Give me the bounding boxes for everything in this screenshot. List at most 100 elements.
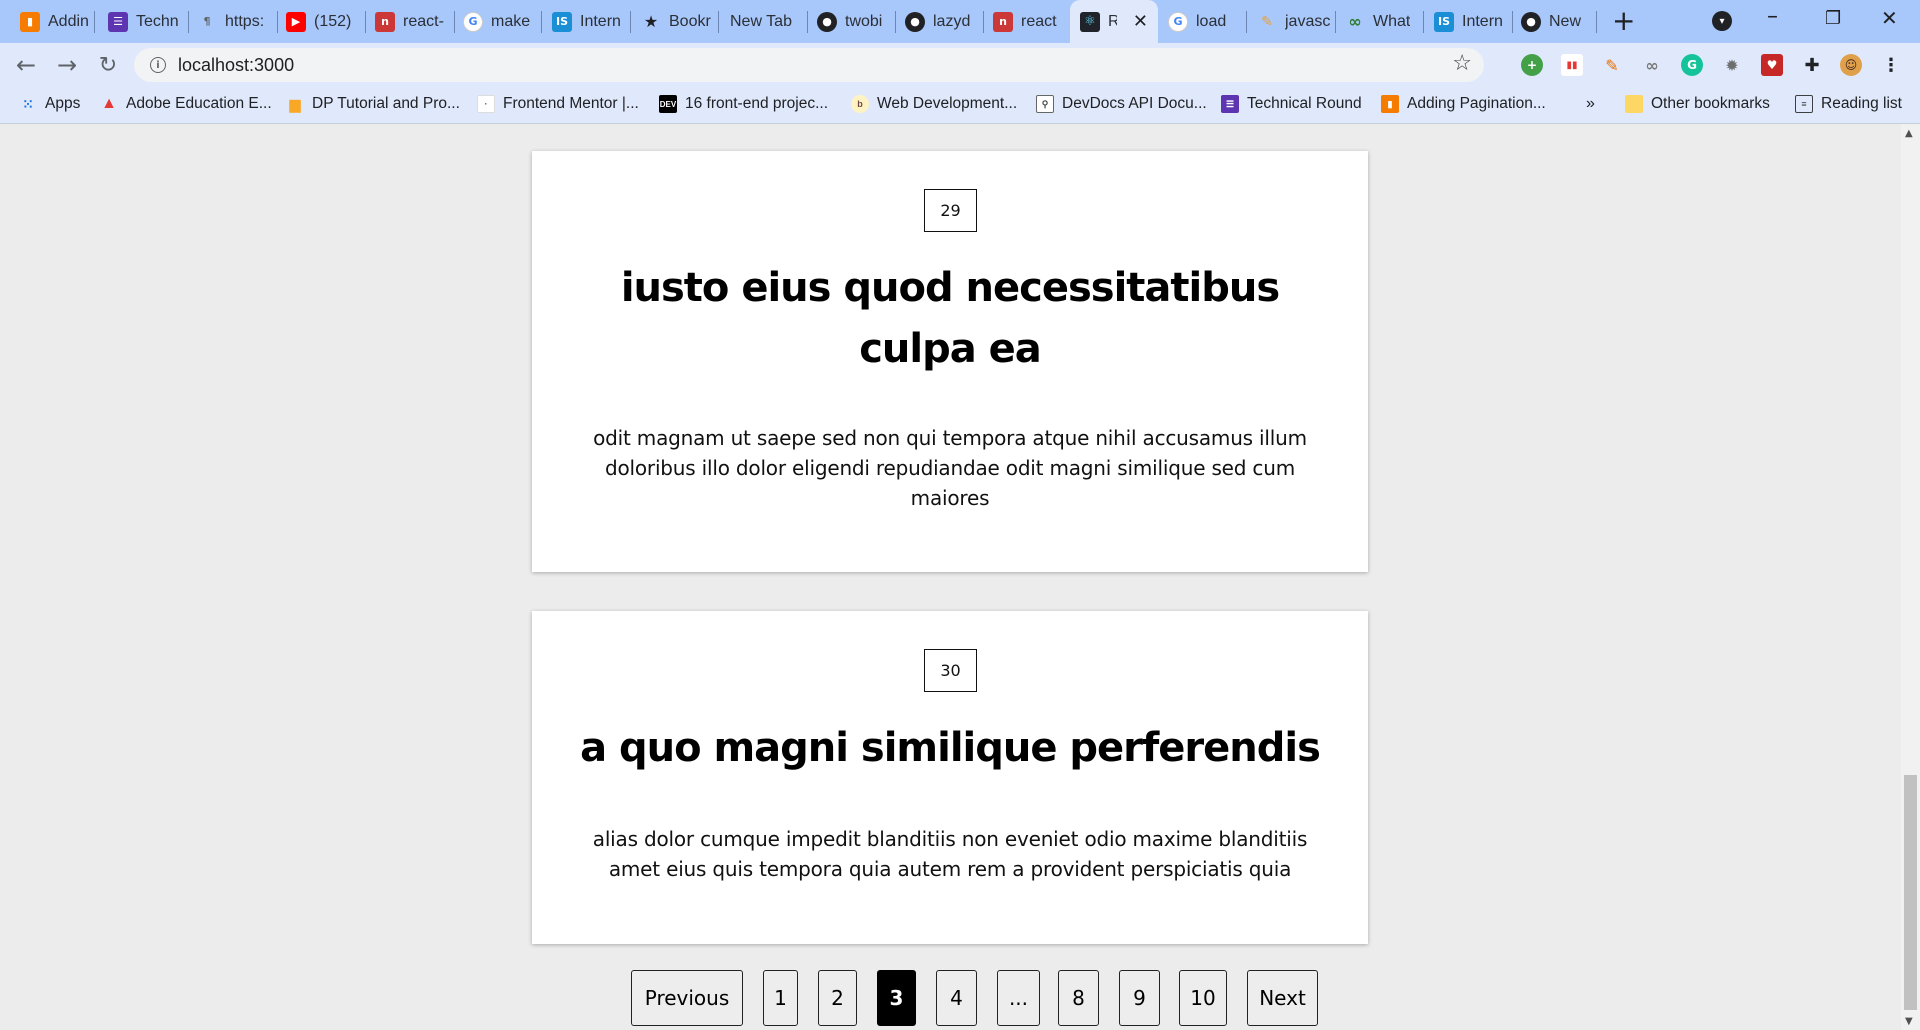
tab-intern-2[interactable]: IS Intern <box>1434 8 1508 35</box>
post-id-badge: 30 <box>924 649 977 692</box>
extension-plus-icon[interactable]: + <box>1521 54 1543 76</box>
google-icon: G <box>1168 11 1188 32</box>
scroll-down-arrow-icon[interactable]: ▼ <box>1905 1016 1913 1027</box>
back-arrow-icon[interactable]: ← <box>12 51 40 79</box>
bookmark-star-icon[interactable]: ☆ <box>1452 51 1472 76</box>
tab-new-tab[interactable]: New Tab <box>730 8 806 35</box>
bookmarks-bar: ⁙ Apps ▲ Adobe Education E... ▆ DP Tutorial… <box>0 87 1920 124</box>
bookmark-technical-round[interactable]: ☰ Technical Round <box>1221 95 1362 113</box>
tab-twobi[interactable]: ● twobi <box>817 8 891 35</box>
pagination: Previous 1 2 3 4 ... 8 9 10 Next <box>0 970 1920 1026</box>
react-icon: ⚛ <box>1080 11 1100 32</box>
star-icon: ★ <box>643 12 659 31</box>
page-button-3-current[interactable]: 3 <box>877 970 916 1026</box>
tab-bookr[interactable]: ★ Bookr <box>641 8 711 35</box>
tab-load[interactable]: Gload <box>1168 8 1242 35</box>
web-dev-icon: b <box>851 95 869 113</box>
tab-intern-1[interactable]: IS Intern <box>552 8 626 35</box>
page-button-4[interactable]: 4 <box>936 970 977 1026</box>
bookmark-dev[interactable]: DEV 16 front-end projec... <box>659 95 828 113</box>
new-tab-plus-icon[interactable]: + <box>1612 7 1635 35</box>
github-icon: ● <box>905 11 925 32</box>
devdocs-icon: ⚲ <box>1036 95 1054 113</box>
tab-search-icon[interactable]: ▾ <box>1712 11 1732 31</box>
bookmark-apps[interactable]: ⁙ Apps <box>19 95 80 113</box>
tab-https[interactable]: ¶ https: <box>197 8 273 35</box>
reload-icon[interactable]: ↻ <box>94 51 122 79</box>
page-button-1[interactable]: 1 <box>763 970 798 1026</box>
tab-youtube[interactable]: ▶ (152) <box>286 8 362 35</box>
tab-techn[interactable]: ☰ Techn <box>108 8 184 35</box>
bookmark-frontend-mentor[interactable]: · Frontend Mentor |... <box>477 95 639 113</box>
list-purple-icon: ☰ <box>1221 95 1239 113</box>
previous-button[interactable]: Previous <box>631 970 743 1026</box>
page-button-8[interactable]: 8 <box>1058 970 1099 1026</box>
extension-bars-icon[interactable]: ▮▮ <box>1561 54 1583 76</box>
address-bar[interactable]: i localhost:3000 ☆ <box>134 48 1484 82</box>
avatar[interactable]: ☺ <box>1840 54 1862 76</box>
frontend-mentor-icon: · <box>477 95 495 113</box>
bookmark-web-dev[interactable]: b Web Development... <box>851 95 1017 113</box>
tab-react-npm[interactable]: n react- <box>375 8 449 35</box>
apps-grid-icon: ⁙ <box>22 95 34 112</box>
google-icon: G <box>463 11 483 32</box>
tab-react-2[interactable]: n react <box>993 8 1061 35</box>
minimize-icon[interactable]: – <box>1767 4 1778 29</box>
tab-make[interactable]: Gmake <box>463 8 537 35</box>
grammarly-icon[interactable]: G <box>1681 54 1703 76</box>
forward-arrow-icon[interactable]: → <box>53 51 81 79</box>
next-button[interactable]: Next <box>1247 970 1318 1026</box>
restore-icon[interactable]: ❐ <box>1825 8 1841 29</box>
github-icon: ● <box>1521 11 1541 32</box>
extension-bug-icon[interactable]: ✹ <box>1721 54 1743 76</box>
infinity-icon: ∞ <box>1348 12 1362 31</box>
close-icon[interactable]: ✕ <box>1133 11 1148 32</box>
youtube-icon: ▶ <box>286 11 306 32</box>
bookmark-devdocs[interactable]: ⚲ DevDocs API Docu... <box>1036 95 1207 113</box>
bookmark-dp-tutorial[interactable]: ▆ DP Tutorial and Pro... <box>286 95 460 113</box>
close-window-icon[interactable]: ✕ <box>1881 6 1898 30</box>
list-purple-icon: ☰ <box>108 11 128 32</box>
bookmark-adobe[interactable]: ▲ Adobe Education E... <box>100 95 272 113</box>
menu-kebab-icon[interactable]: ⋮ <box>1880 54 1902 76</box>
extensions-puzzle-icon[interactable]: ✚ <box>1801 54 1823 76</box>
reading-list-icon: ≡ <box>1795 95 1813 113</box>
extension-link-icon[interactable]: ∞ <box>1641 54 1663 76</box>
vertical-scrollbar[interactable]: ▲ ▼ <box>1901 124 1920 1030</box>
github-icon: ● <box>817 11 837 32</box>
post-card: 30 a quo magni similique perferendis ali… <box>532 611 1368 944</box>
info-icon[interactable]: i <box>150 57 166 73</box>
interviewbit-icon: IS <box>1434 11 1454 32</box>
page-button-2[interactable]: 2 <box>818 970 857 1026</box>
page-button-10[interactable]: 10 <box>1179 970 1227 1026</box>
tab-new-github[interactable]: ● New <box>1521 8 1589 35</box>
extension-pen-icon[interactable]: ✎ <box>1601 54 1623 76</box>
bar-chart-icon: ▆ <box>289 95 301 112</box>
page-viewport: 29 iusto eius quod necessitatibus culpa … <box>0 124 1920 1030</box>
extension-red-icon[interactable]: ♥ <box>1761 54 1783 76</box>
browser-toolbar: ← → ↻ i localhost:3000 ☆ + ▮▮ ✎ ∞ G ✹ ♥ … <box>0 43 1920 87</box>
bookmarks-overflow[interactable]: » <box>1586 95 1595 113</box>
address-url[interactable]: localhost:3000 <box>178 55 294 76</box>
scroll-up-arrow-icon[interactable]: ▲ <box>1905 128 1913 139</box>
other-bookmarks[interactable]: Other bookmarks <box>1625 95 1770 113</box>
npm-icon: n <box>993 11 1013 32</box>
page-button-9[interactable]: 9 <box>1119 970 1160 1026</box>
tab-what[interactable]: ∞ What <box>1345 8 1419 35</box>
page-ellipsis[interactable]: ... <box>997 970 1040 1026</box>
dictionary-icon: ¶ <box>203 15 211 28</box>
tab-javasc[interactable]: ✎ javasc <box>1257 8 1331 35</box>
adobe-icon: ▲ <box>101 95 117 112</box>
tab-adding[interactable]: ▮ Addin <box>20 8 88 35</box>
scrollbar-thumb[interactable] <box>1904 775 1917 1010</box>
folder-icon <box>1625 95 1643 113</box>
post-title: a quo magni similique perferendis <box>580 725 1321 771</box>
post-title: iusto eius quod necessitatibus culpa ea <box>620 265 1280 372</box>
post-id-badge: 29 <box>924 189 977 232</box>
post-body: alias dolor cumque impedit blanditiis no… <box>592 827 1308 881</box>
tab-active-react[interactable]: ⚛Re✕ <box>1070 0 1158 43</box>
reading-list[interactable]: ≡ Reading list <box>1795 95 1902 113</box>
tab-lazyd[interactable]: ● lazyd <box>905 8 979 35</box>
pen-icon: ✎ <box>1261 13 1273 30</box>
bookmark-adding-pagination[interactable]: ▮ Adding Pagination... <box>1381 95 1546 113</box>
